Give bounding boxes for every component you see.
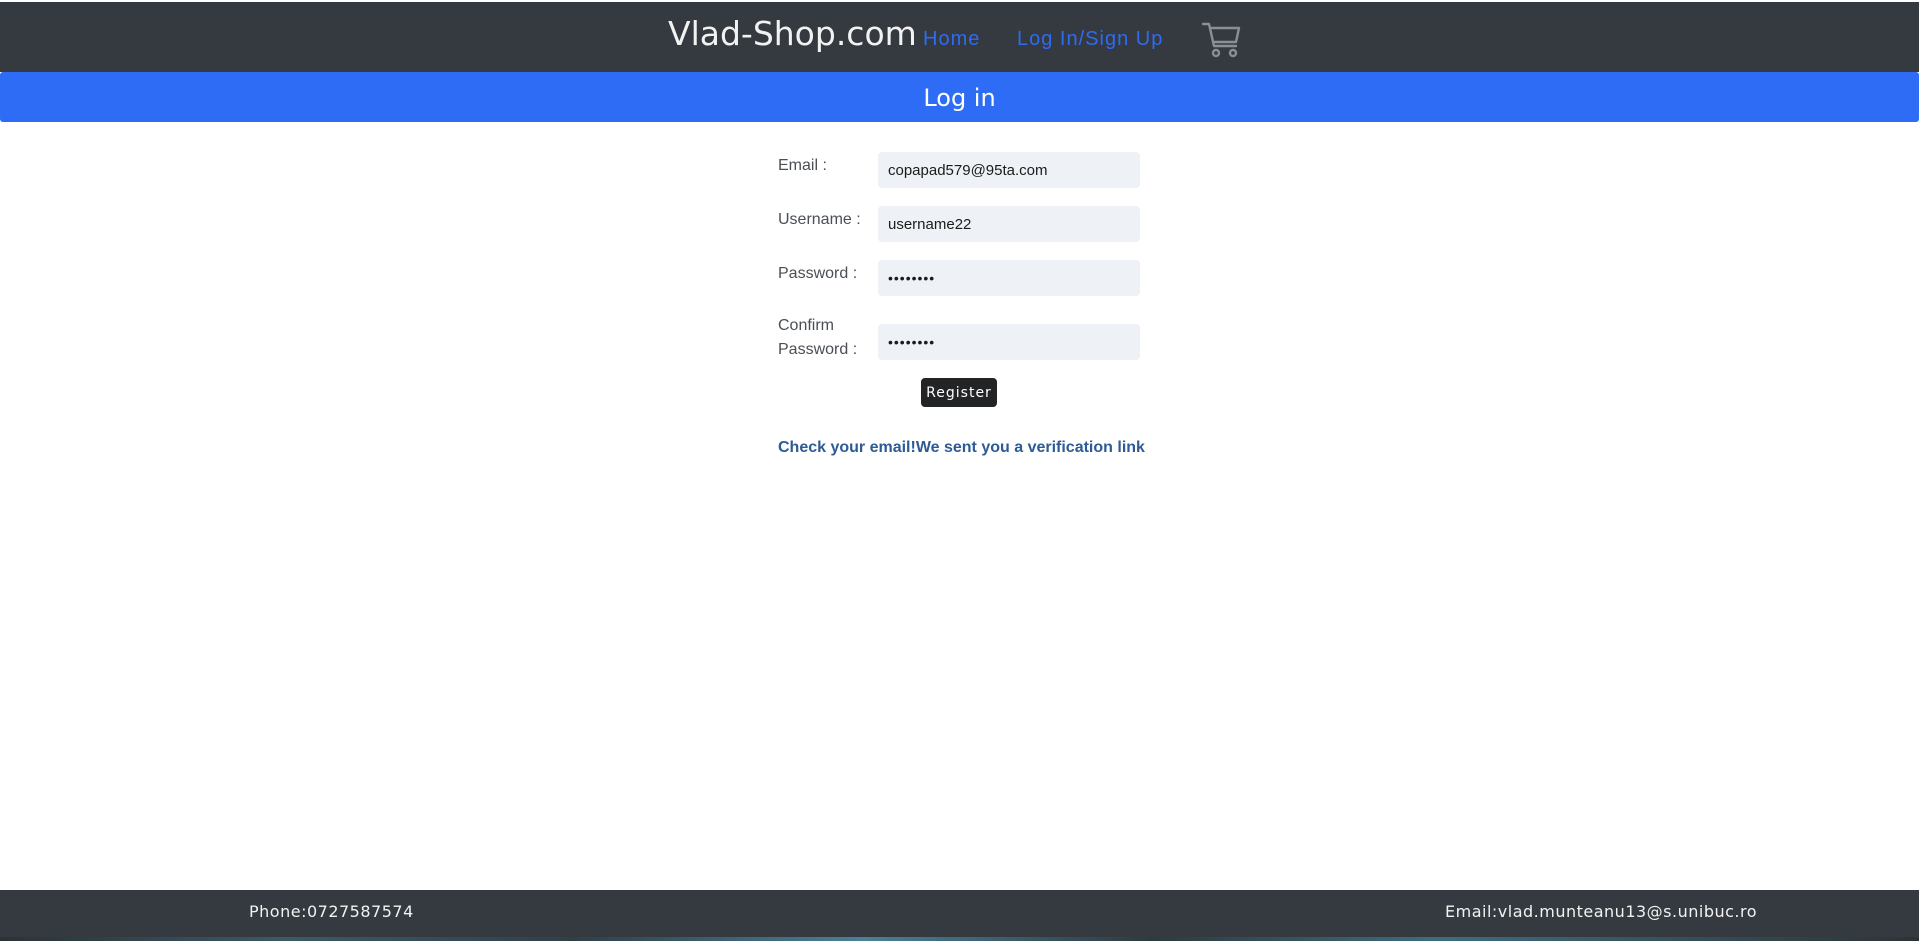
top-navbar: Vlad-Shop.com Home Log In/Sign Up: [0, 0, 1919, 72]
username-label: Username :: [778, 211, 861, 228]
confirm-password-field[interactable]: [878, 324, 1140, 360]
shopping-cart-icon[interactable]: [1201, 18, 1243, 60]
confirm-password-label-line1: Confirm: [778, 317, 835, 334]
nav-link-login-signup[interactable]: Log In/Sign Up: [1017, 28, 1163, 51]
email-field[interactable]: [878, 152, 1140, 188]
brand-logo[interactable]: Vlad-Shop.com: [668, 14, 917, 53]
footer-phone: Phone:0727587574: [249, 902, 414, 921]
password-label: Password :: [778, 265, 858, 282]
register-button[interactable]: Register: [921, 378, 997, 407]
footer-decorative-strip: [0, 937, 1919, 941]
verification-notice: Check your email!We sent you a verificat…: [778, 439, 1145, 456]
footer: Phone:0727587574 Email:vlad.munteanu13@s…: [0, 890, 1919, 941]
footer-email: Email:vlad.munteanu13@s.unibuc.ro: [1445, 902, 1758, 921]
page-title-banner: Log in: [0, 72, 1919, 122]
password-field[interactable]: [878, 260, 1140, 296]
page-title: Log in: [923, 84, 996, 112]
username-field[interactable]: [878, 206, 1140, 242]
email-label: Email :: [778, 157, 827, 174]
confirm-password-label-line2: Password :: [778, 341, 858, 358]
nav-link-home[interactable]: Home: [923, 28, 980, 51]
